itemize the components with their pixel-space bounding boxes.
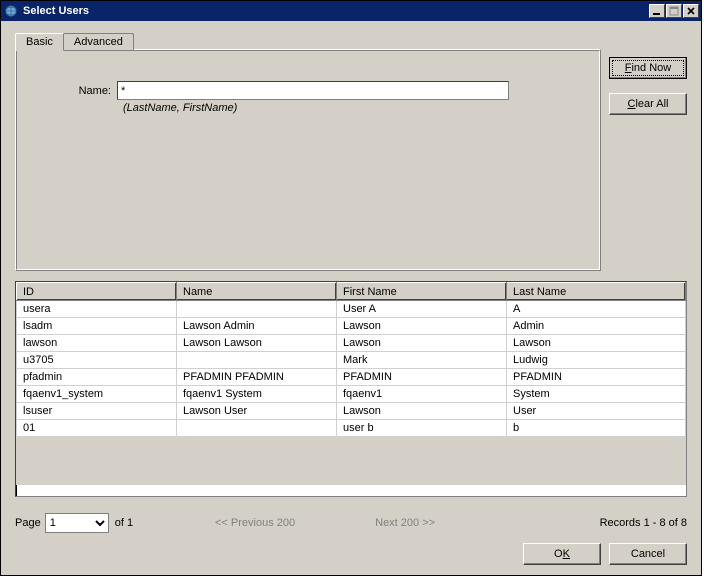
cell-id: usera xyxy=(17,301,177,318)
cell-last_name: Lawson xyxy=(507,335,686,352)
cell-id: fqaenv1_system xyxy=(17,386,177,403)
dialog-buttons: OK Cancel xyxy=(523,543,687,565)
cell-id: u3705 xyxy=(17,352,177,369)
cell-last_name: PFADMIN xyxy=(507,369,686,386)
table-row[interactable]: u3705 MarkLudwig xyxy=(17,352,686,369)
select-users-window: Select Users Basic Advanced Name: xyxy=(0,0,702,576)
cell-name: Lawson Lawson xyxy=(177,335,337,352)
cell-name: fqaenv1 System xyxy=(177,386,337,403)
search-panel: Name: (LastName, FirstName) xyxy=(15,49,601,271)
cell-name: Lawson Admin xyxy=(177,318,337,335)
records-label: Records 1 - 8 of 8 xyxy=(600,517,687,529)
window-title: Select Users xyxy=(23,5,649,17)
cell-first_name: Lawson xyxy=(337,318,507,335)
tab-basic[interactable]: Basic xyxy=(15,33,64,51)
table-header-row: ID Name First Name Last Name xyxy=(17,283,686,301)
table-row[interactable]: usera User AA xyxy=(17,301,686,318)
cell-first_name: user b xyxy=(337,420,507,437)
cell-name xyxy=(177,352,337,369)
name-hint: (LastName, FirstName) xyxy=(123,102,581,114)
cell-first_name: Lawson xyxy=(337,403,507,420)
results-table-wrap: ID Name First Name Last Name usera User A… xyxy=(15,281,687,497)
cell-first_name: Lawson xyxy=(337,335,507,352)
name-input[interactable] xyxy=(117,81,509,100)
cell-last_name: Admin xyxy=(507,318,686,335)
col-id[interactable]: ID xyxy=(17,283,177,301)
ok-button[interactable]: OK xyxy=(523,543,601,565)
table-filler xyxy=(17,437,686,485)
window-controls xyxy=(649,4,699,18)
cell-id: 01 xyxy=(17,420,177,437)
cell-first_name: fqaenv1 xyxy=(337,386,507,403)
page-select[interactable]: 1 xyxy=(45,513,109,533)
cell-name xyxy=(177,420,337,437)
table-row[interactable]: pfadminPFADMIN PFADMINPFADMINPFADMIN xyxy=(17,369,686,386)
tab-advanced[interactable]: Advanced xyxy=(63,33,134,50)
minimize-button[interactable] xyxy=(649,4,665,18)
cell-name: Lawson User xyxy=(177,403,337,420)
col-name[interactable]: Name xyxy=(177,283,337,301)
cell-last_name: User xyxy=(507,403,686,420)
cell-last_name: System xyxy=(507,386,686,403)
col-first-name[interactable]: First Name xyxy=(337,283,507,301)
next-page-link[interactable]: Next 200 >> xyxy=(375,517,435,529)
of-label: of 1 xyxy=(115,517,133,529)
cell-first_name: User A xyxy=(337,301,507,318)
close-button[interactable] xyxy=(683,4,699,18)
cancel-button[interactable]: Cancel xyxy=(609,543,687,565)
table-row[interactable]: 01 user bb xyxy=(17,420,686,437)
table-row[interactable]: lsuserLawson UserLawsonUser xyxy=(17,403,686,420)
cell-last_name: A xyxy=(507,301,686,318)
cell-id: lsuser xyxy=(17,403,177,420)
find-now-button[interactable]: Find Now xyxy=(609,57,687,79)
cell-last_name: Ludwig xyxy=(507,352,686,369)
cell-last_name: b xyxy=(507,420,686,437)
prev-page-link[interactable]: << Previous 200 xyxy=(215,517,295,529)
window-content: Basic Advanced Name: (LastName, FirstNam… xyxy=(1,21,701,575)
title-bar: Select Users xyxy=(1,1,701,21)
name-label: Name: xyxy=(35,85,117,97)
table-row[interactable]: lawsonLawson LawsonLawsonLawson xyxy=(17,335,686,352)
side-buttons: Find Now Clear All xyxy=(609,57,687,115)
cell-first_name: Mark xyxy=(337,352,507,369)
maximize-button[interactable] xyxy=(666,4,682,18)
cell-name xyxy=(177,301,337,318)
cell-name: PFADMIN PFADMIN xyxy=(177,369,337,386)
pagination-nav: << Previous 200 Next 200 >> xyxy=(215,517,435,529)
tab-strip: Basic Advanced xyxy=(15,33,133,50)
app-icon xyxy=(3,3,19,19)
table-row[interactable]: fqaenv1_systemfqaenv1 Systemfqaenv1Syste… xyxy=(17,386,686,403)
results-table: ID Name First Name Last Name usera User A… xyxy=(16,282,686,485)
clear-all-button[interactable]: Clear All xyxy=(609,93,687,115)
table-row[interactable]: lsadmLawson AdminLawsonAdmin xyxy=(17,318,686,335)
col-last-name[interactable]: Last Name xyxy=(507,283,686,301)
cell-first_name: PFADMIN xyxy=(337,369,507,386)
cell-id: lawson xyxy=(17,335,177,352)
pagination-bar: Page 1 of 1 << Previous 200 Next 200 >> … xyxy=(15,513,687,533)
page-label: Page xyxy=(15,517,41,529)
cell-id: pfadmin xyxy=(17,369,177,386)
cell-id: lsadm xyxy=(17,318,177,335)
